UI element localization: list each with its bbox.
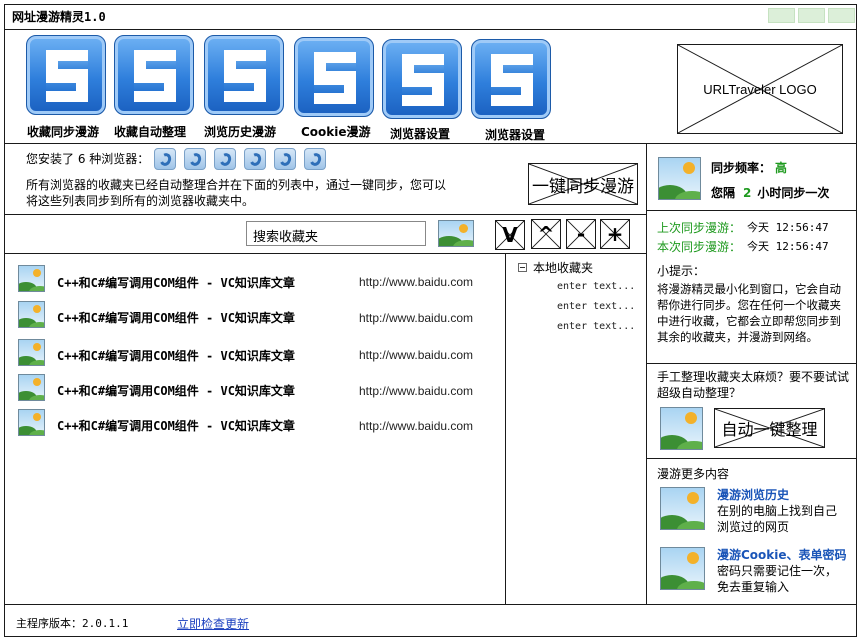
sync-frequency: 同步频率：高 <box>711 159 787 176</box>
tree-root[interactable]: 本地收藏夹 <box>518 259 593 276</box>
cookie-roam-icon[interactable] <box>294 37 374 117</box>
move-up-button[interactable]: ^ <box>531 219 561 249</box>
browser-icon[interactable] <box>274 148 296 170</box>
favorites-organize-icon[interactable] <box>114 35 194 115</box>
remove-label: - <box>576 222 586 246</box>
move-down-button[interactable]: V <box>495 220 525 250</box>
logo-text: URLTraveler LOGO <box>703 81 817 97</box>
one-click-sync-label: 一键同步漫游 <box>532 176 634 196</box>
toolbar-label-browser-settings-2[interactable]: 浏览器设置 <box>485 126 545 143</box>
version-text: 主程序版本：2.0.1.1 <box>16 617 129 630</box>
browsers-count-text: 您安装了 6 种浏览器： <box>26 152 150 166</box>
tree-item[interactable]: enter text... <box>557 281 635 292</box>
browser-icon[interactable] <box>244 148 266 170</box>
divider <box>5 214 646 215</box>
more-history-link[interactable]: 漫游浏览历史 <box>717 486 789 503</box>
favorite-image-icon <box>18 265 45 292</box>
tip-text: 将漫游精灵最小化到窗口，它会自动帮你进行同步。您在任何一个收藏夹中进行收藏，它都… <box>657 282 841 344</box>
favorite-title[interactable]: C++和C#编写调用COM组件 - VC知识库文章 <box>57 417 295 434</box>
move-down-label: V <box>502 223 518 247</box>
divider <box>646 458 856 459</box>
toolbar-label-browser-settings[interactable]: 浏览器设置 <box>390 125 450 142</box>
browsers-description: 所有浏览器的收藏夹已经自动整理合并在下面的列表中，通过一键同步，您可以将这些列表… <box>26 178 447 208</box>
toolbar-label-cookie-roam[interactable]: Cookie漫游 <box>301 123 371 140</box>
browser-icon[interactable] <box>304 148 326 170</box>
divider <box>5 604 856 605</box>
auto-organize-button[interactable]: 自动一键整理 <box>714 408 825 448</box>
sync-status-image-icon <box>658 157 701 200</box>
toolbar-label-favorites-sync[interactable]: 收藏同步漫游 <box>27 123 99 140</box>
favorite-image-icon <box>18 409 45 436</box>
window-controls <box>768 8 855 23</box>
more-history-desc: 在别的电脑上找到自己浏览过的网页 <box>717 504 838 534</box>
sync-interval: 您隔 2 小时同步一次 <box>711 184 829 201</box>
current-sync-label: 本次同步漫游： <box>657 240 742 254</box>
current-sync-value: 今天 12:56:47 <box>747 240 829 253</box>
window-title: 网址漫游精灵1.0 <box>12 10 106 24</box>
divider <box>646 210 856 211</box>
maximize-button[interactable] <box>798 8 825 23</box>
favorite-image-icon <box>18 301 45 328</box>
toolbar-label-history-roam[interactable]: 浏览历史漫游 <box>204 123 276 140</box>
tree-root-label: 本地收藏夹 <box>533 261 594 275</box>
browser-settings-icon[interactable] <box>382 39 462 119</box>
divider <box>646 143 647 604</box>
more-cookie-desc: 密码只需要记住一次，免去重复输入 <box>717 564 838 594</box>
divider <box>5 253 646 254</box>
remove-button[interactable]: - <box>566 219 596 249</box>
check-update-link[interactable]: 立即检查更新 <box>177 615 249 632</box>
favorite-url[interactable]: http://www.baidu.com <box>359 348 473 362</box>
sync-frequency-label: 同步频率： <box>711 161 772 175</box>
close-button[interactable] <box>828 8 855 23</box>
divider <box>5 29 856 30</box>
favorite-title[interactable]: C++和C#编写调用COM组件 - VC知识库文章 <box>57 382 295 399</box>
history-roam-icon[interactable] <box>204 35 284 115</box>
search-favorites-input[interactable]: 搜索收藏夹 <box>246 221 426 246</box>
sync-interval-prefix: 您隔 <box>711 186 736 200</box>
tree-item[interactable]: enter text... <box>557 301 635 312</box>
sync-frequency-value: 高 <box>775 161 788 175</box>
more-cookie-image-icon <box>660 547 705 590</box>
favorite-title[interactable]: C++和C#编写调用COM组件 - VC知识库文章 <box>57 347 295 364</box>
tree-item[interactable]: enter text... <box>557 321 635 332</box>
tip-title: 小提示： <box>657 264 706 278</box>
browser-settings-icon-2[interactable] <box>471 39 551 119</box>
add-button[interactable]: + <box>600 219 630 249</box>
more-history-image-icon <box>660 487 705 530</box>
favorite-url[interactable]: http://www.baidu.com <box>359 275 473 289</box>
move-up-label: ^ <box>537 222 555 246</box>
last-sync-label: 上次同步漫游： <box>657 221 742 235</box>
logo: URLTraveler LOGO <box>677 44 843 134</box>
more-cookie-link[interactable]: 漫游Cookie、表单密码 <box>717 546 847 563</box>
browser-icon[interactable] <box>214 148 236 170</box>
favorite-title[interactable]: C++和C#编写调用COM组件 - VC知识库文章 <box>57 274 295 291</box>
auto-organize-question: 手工整理收藏夹太麻烦？要不要试试超级自动整理？ <box>657 370 850 400</box>
favorite-title[interactable]: C++和C#编写调用COM组件 - VC知识库文章 <box>57 309 295 326</box>
favorite-url[interactable]: http://www.baidu.com <box>359 311 473 325</box>
browser-icon[interactable] <box>184 148 206 170</box>
minimize-button[interactable] <box>768 8 795 23</box>
favorites-sync-icon[interactable] <box>26 35 106 115</box>
favorite-image-icon <box>18 374 45 401</box>
add-label: + <box>606 222 624 246</box>
search-image-icon[interactable] <box>438 220 474 247</box>
last-sync-value: 今天 12:56:47 <box>747 221 829 234</box>
favorite-url[interactable]: http://www.baidu.com <box>359 384 473 398</box>
divider <box>646 363 856 364</box>
one-click-sync-button[interactable]: 一键同步漫游 <box>528 163 638 205</box>
sync-interval-value: 2 <box>743 186 752 200</box>
toolbar-label-favorites-organize[interactable]: 收藏自动整理 <box>114 123 186 140</box>
divider <box>505 253 506 604</box>
favorite-image-icon <box>18 339 45 366</box>
sync-interval-suffix: 小时同步一次 <box>757 186 830 200</box>
favorite-url[interactable]: http://www.baidu.com <box>359 419 473 433</box>
collapse-icon[interactable] <box>518 263 527 272</box>
browser-icon[interactable] <box>154 148 176 170</box>
divider <box>5 143 856 144</box>
auto-organize-label: 自动一键整理 <box>721 422 818 439</box>
auto-organize-image-icon <box>660 407 703 450</box>
more-title: 漫游更多内容 <box>657 467 730 481</box>
